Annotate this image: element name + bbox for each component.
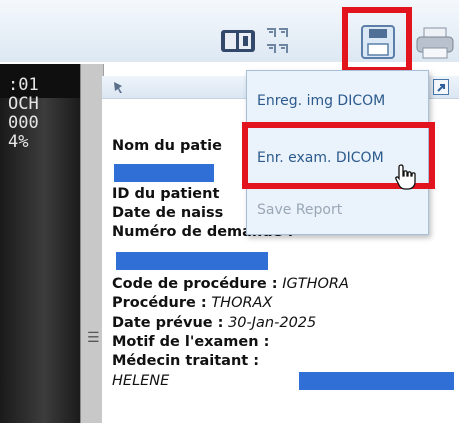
- patient-name-label: Nom du patie: [112, 138, 222, 154]
- procedure-code-value: IGTHORA: [282, 276, 349, 292]
- procedure-value: THORAX: [211, 295, 273, 311]
- birthdate-field: Date de naiss: [112, 205, 223, 221]
- expand-icon[interactable]: [433, 79, 449, 95]
- procedure-field: Procédure : THORAX: [112, 295, 272, 311]
- referring-physician-value-line: HELENE: [112, 373, 169, 389]
- hand-cursor-icon: [395, 164, 416, 190]
- procedure-code-label: Code de procédure :: [112, 276, 278, 292]
- overlay-line: 4%: [8, 132, 29, 152]
- patient-id-field: ID du patient: [112, 186, 219, 202]
- redacted-request-number: [116, 252, 268, 270]
- patient-id-label: ID du patient: [112, 186, 220, 202]
- monitor-icon[interactable]: [220, 28, 256, 56]
- exam-reason-field: Motif de l'examen :: [112, 334, 269, 350]
- scheduled-date-value: 30-Jan-2025: [228, 315, 317, 331]
- referring-physician-field: Médecin traitant :: [112, 353, 259, 369]
- procedure-code-field: Code de procédure : IGTHORA: [112, 276, 349, 292]
- image-viewer[interactable]: :01 OCH 000 4%: [0, 64, 80, 423]
- overlay-line: OCH: [8, 94, 39, 114]
- overlay-line: 000: [8, 113, 39, 133]
- viewer-overlay-text: :01 OCH 000 4%: [8, 76, 39, 152]
- menu-item-save-report[interactable]: Save Report: [257, 202, 342, 218]
- grid-icon[interactable]: [264, 26, 298, 58]
- floppy-highlight-box: [342, 7, 412, 73]
- scheduled-date-field: Date prévue : 30-Jan-2025: [112, 315, 316, 331]
- menu-item-save-image-dicom[interactable]: Enreg. img DICOM: [257, 93, 385, 109]
- referring-physician-label: Médecin traitant :: [112, 353, 260, 369]
- procedure-label: Procédure :: [112, 295, 207, 311]
- scheduled-date-label: Date prévue :: [112, 315, 224, 331]
- printer-icon[interactable]: [415, 26, 455, 60]
- patient-name-field: Nom du patie: [112, 138, 222, 154]
- panel-splitter[interactable]: ☰: [80, 64, 104, 423]
- overlay-line: :01: [8, 75, 39, 95]
- referring-physician-value: HELENE: [112, 373, 170, 389]
- exam-reason-label: Motif de l'examen :: [112, 334, 270, 350]
- birthdate-label: Date de naiss: [112, 205, 224, 221]
- redacted-physician-name: [299, 372, 454, 390]
- splitter-grip-icon[interactable]: ☰: [87, 330, 100, 346]
- redacted-patient-name: [114, 164, 214, 182]
- pin-icon[interactable]: [111, 80, 125, 94]
